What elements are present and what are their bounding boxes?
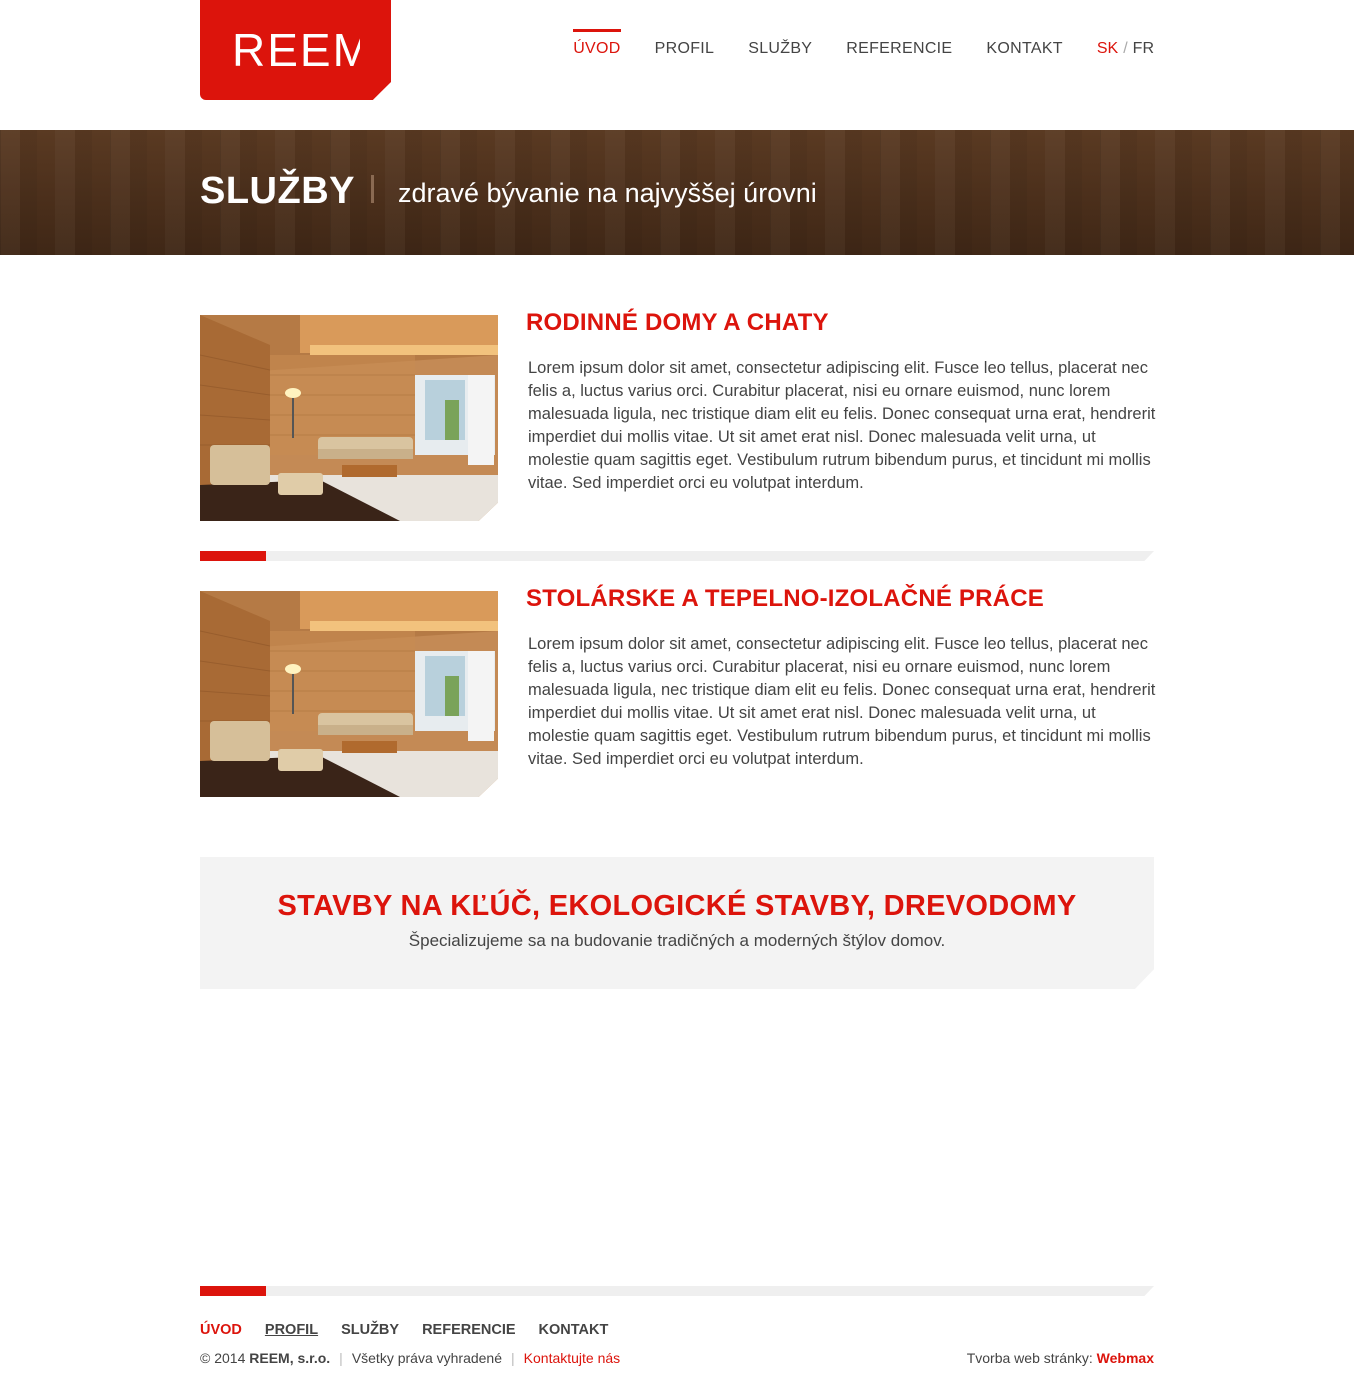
footer-nav-uvod[interactable]: ÚVOD <box>200 1322 242 1338</box>
divider-accent <box>200 1286 266 1296</box>
company-name: REEM, s.r.o. <box>249 1350 331 1366</box>
footer-nav-profil[interactable]: PROFIL <box>265 1322 318 1338</box>
interior-image <box>200 315 498 521</box>
service-photo[interactable] <box>200 315 498 521</box>
language-switcher: SK / FR <box>1097 40 1154 58</box>
nav-item-referencie[interactable]: REFERENCIE <box>846 40 952 58</box>
footer-divider <box>200 1286 1154 1296</box>
service-text: Lorem ipsum dolor sit amet, consectetur … <box>528 359 1156 492</box>
lang-sk[interactable]: SK <box>1097 40 1118 58</box>
title-separator <box>371 175 374 203</box>
svg-text:REEM: REEM <box>232 28 360 72</box>
footer-nav-referencie[interactable]: REFERENCIE <box>422 1322 515 1338</box>
copyright-year: © 2014 <box>200 1350 246 1366</box>
cta-title: STAVBY NA KĽÚČ, EKOLOGICKÉ STAVBY, DREVO… <box>277 890 1077 922</box>
page-title: SLUŽBY <box>200 170 355 212</box>
footer-nav-sluzby[interactable]: SLUŽBY <box>341 1322 399 1338</box>
divider-accent <box>200 551 266 561</box>
service-item: STOLÁRSKE A TEPELNO-IZOLAČNÉ PRÁCE Lorem… <box>200 585 1155 797</box>
page-banner: SLUŽBY zdravé bývanie na najvyššej úrovn… <box>0 130 1354 255</box>
logo-wordmark: REEM <box>232 28 360 72</box>
service-title: STOLÁRSKE A TEPELNO-IZOLAČNÉ PRÁCE <box>526 585 1044 612</box>
main-nav: ÚVOD PROFIL SLUŽBY REFERENCIE KONTAKT SK… <box>539 29 1154 58</box>
nav-item-profil[interactable]: PROFIL <box>655 40 715 58</box>
service-text: Lorem ipsum dolor sit amet, consectetur … <box>528 635 1156 768</box>
rights-text: Všetky práva vyhradené <box>351 1350 503 1366</box>
interior-image <box>200 591 498 797</box>
contact-link[interactable]: Kontaktujte nás <box>524 1350 621 1366</box>
footer-credit: Tvorba web stránky: Webmax <box>967 1350 1154 1366</box>
credit-label: Tvorba web stránky: <box>966 1350 1093 1366</box>
service-item: RODINNÉ DOMY A CHATY Lorem ipsum dolor s… <box>200 309 1155 521</box>
nav-item-uvod[interactable]: ÚVOD <box>573 29 622 58</box>
footer-separator: | <box>339 1350 343 1366</box>
section-divider <box>200 551 1154 561</box>
logo[interactable]: REEM <box>200 0 391 100</box>
footer-separator: | <box>511 1350 515 1366</box>
credit-brand-link[interactable]: Webmax <box>1097 1350 1154 1366</box>
footer-copyright: © 2014 REEM, s.r.o. | Všetky práva vyhra… <box>200 1350 620 1366</box>
nav-item-kontakt[interactable]: KONTAKT <box>986 40 1062 58</box>
service-photo[interactable] <box>200 591 498 797</box>
service-title: RODINNÉ DOMY A CHATY <box>526 309 829 336</box>
footer-nav: ÚVOD PROFIL SLUŽBY REFERENCIE KONTAKT <box>200 1322 631 1338</box>
page-subtitle: zdravé bývanie na najvyššej úrovni <box>398 178 817 208</box>
cta-panel: STAVBY NA KĽÚČ, EKOLOGICKÉ STAVBY, DREVO… <box>200 857 1154 989</box>
cta-text: Špecializujeme sa na budovanie tradičnýc… <box>408 931 946 950</box>
lang-fr[interactable]: FR <box>1133 40 1154 58</box>
lang-separator: / <box>1123 40 1128 57</box>
nav-item-sluzby[interactable]: SLUŽBY <box>748 40 812 58</box>
footer-nav-kontakt[interactable]: KONTAKT <box>539 1322 609 1338</box>
